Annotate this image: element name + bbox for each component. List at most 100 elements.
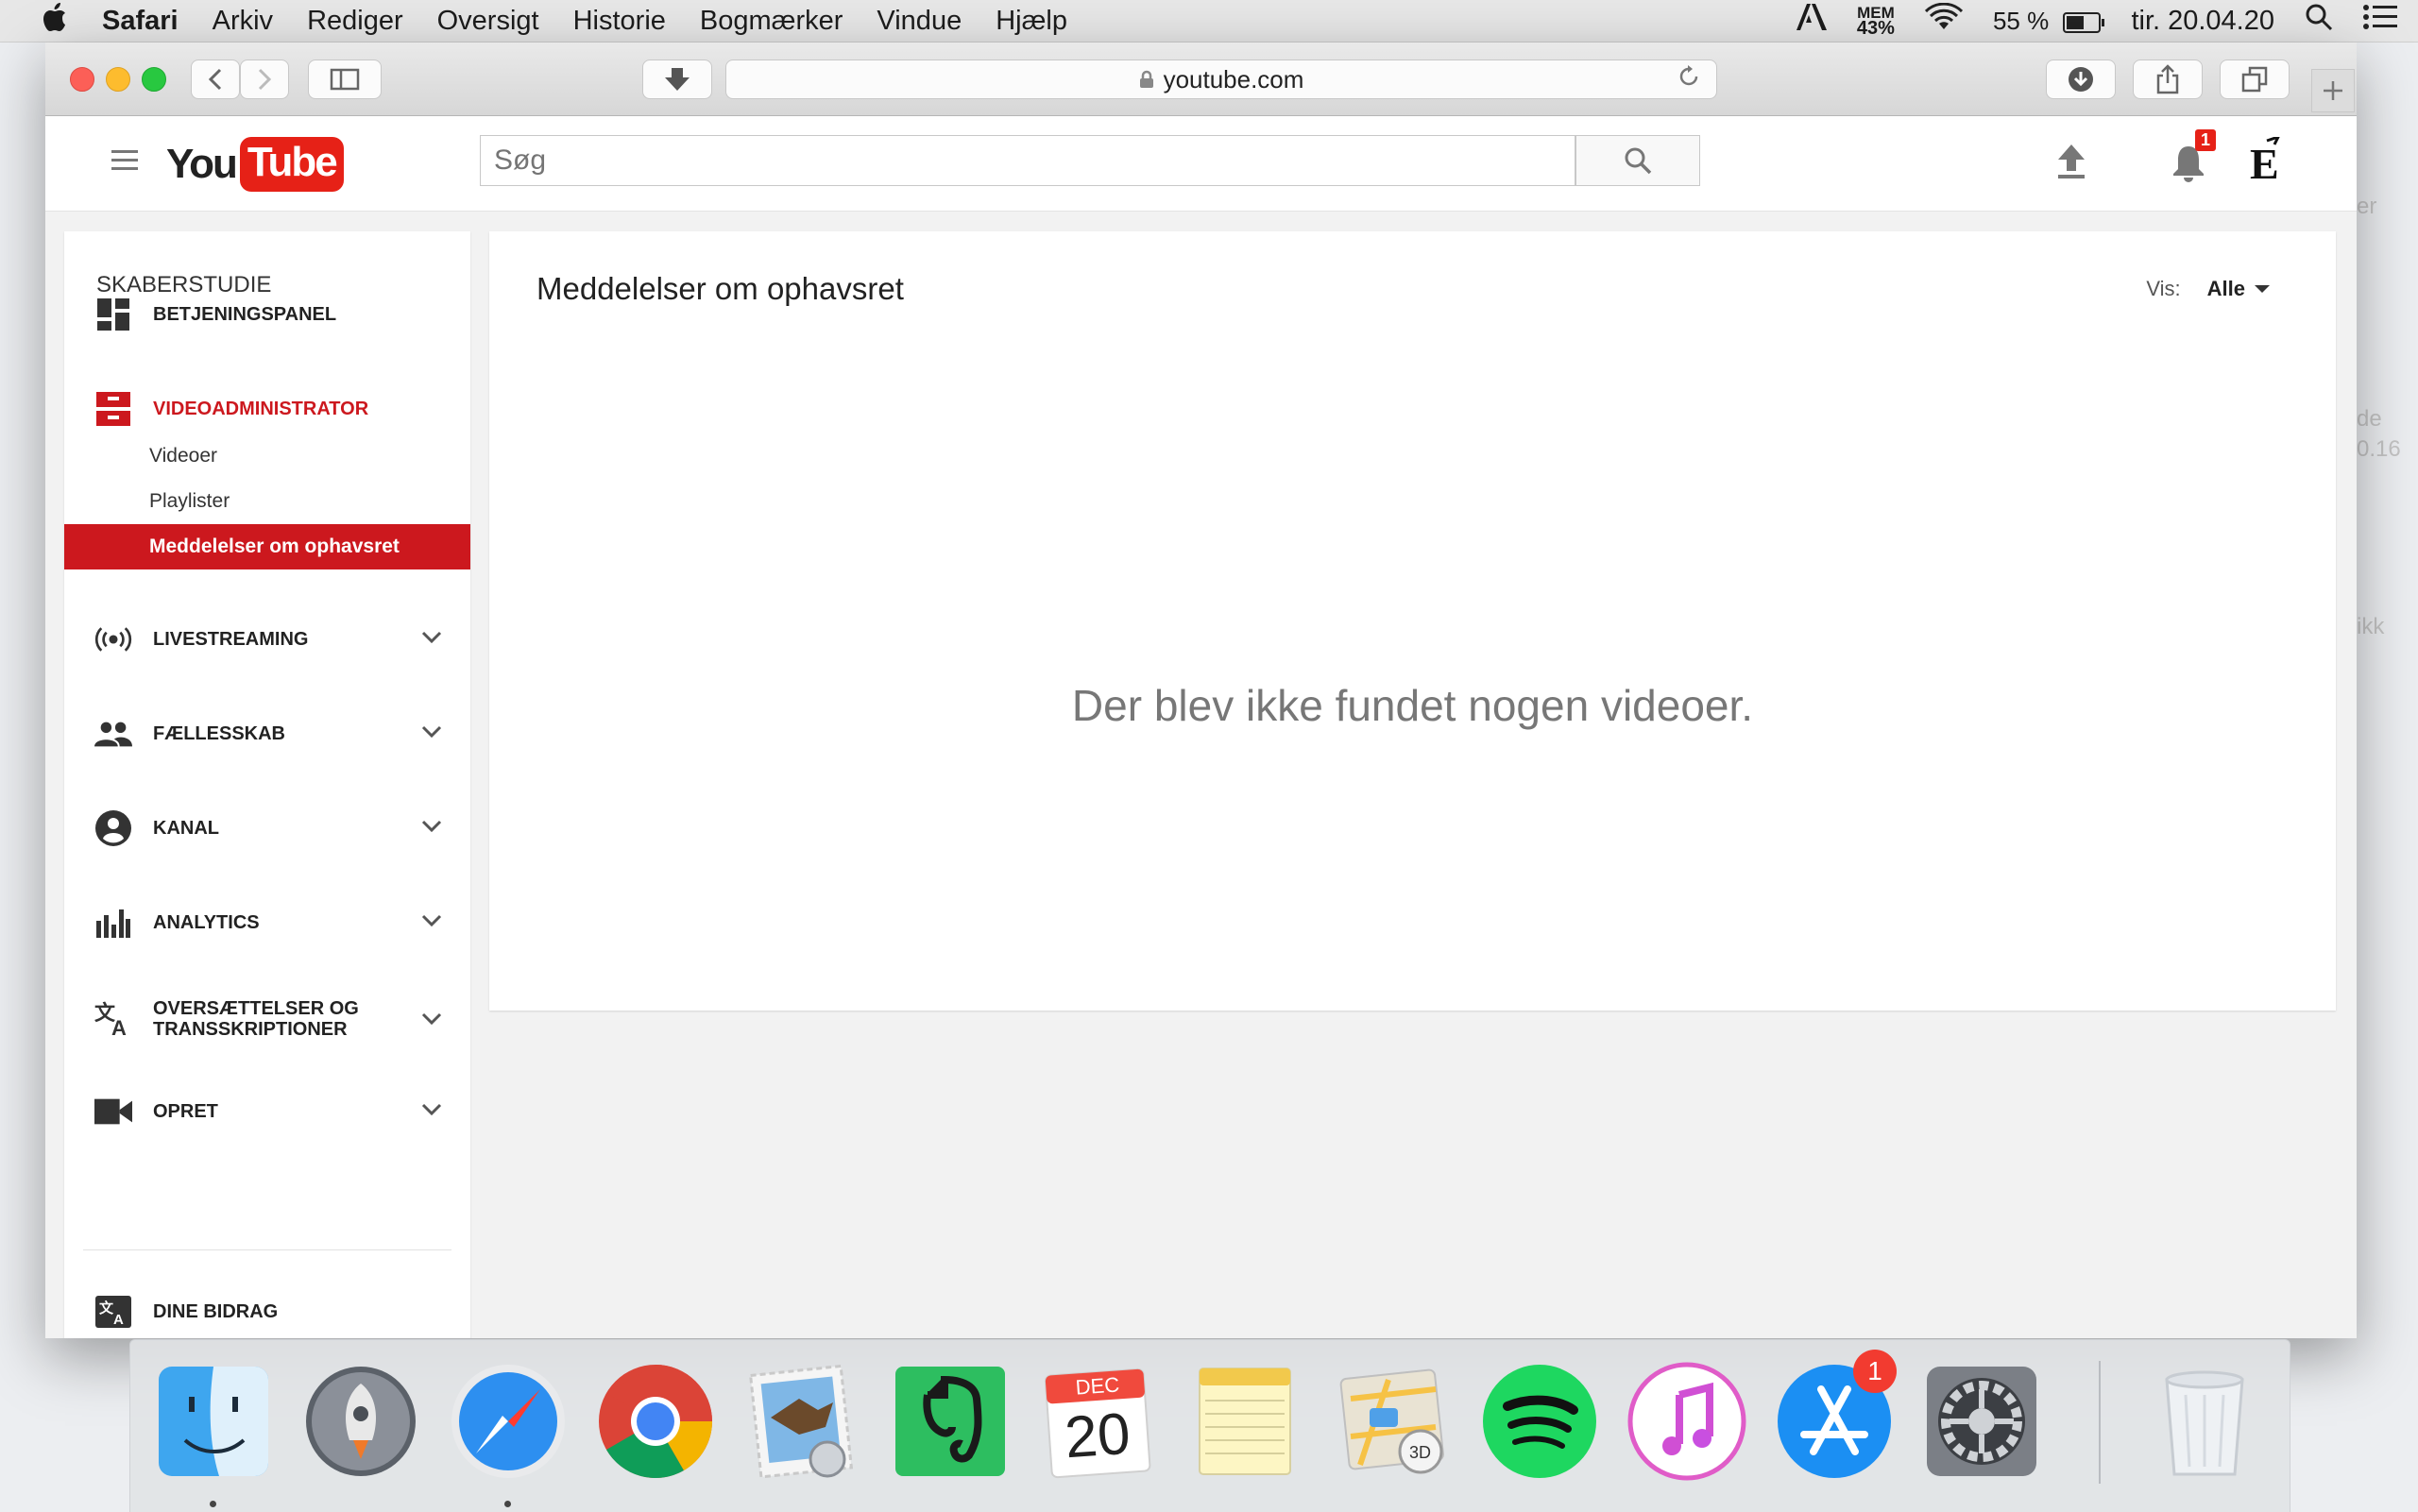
address-bar[interactable]: youtube.com [725, 59, 1717, 99]
notifications-bell-icon[interactable]: 1 [2171, 129, 2217, 187]
back-button[interactable] [191, 59, 240, 99]
account-circle-icon [94, 810, 132, 846]
account-avatar[interactable]: E [2246, 134, 2290, 191]
memory-value: 43% [1856, 18, 1895, 39]
chevron-down-icon[interactable] [421, 911, 442, 933]
sidebar-item-community[interactable]: FÆLLESSKAB [64, 705, 470, 762]
translate-icon: 文A [94, 1001, 132, 1037]
upload-icon[interactable] [2055, 143, 2087, 185]
running-indicator [210, 1501, 216, 1507]
tabs-overview-button[interactable] [2220, 59, 2290, 99]
svg-text:A: A [113, 1312, 124, 1328]
sidebar-item-analytics[interactable]: ANALYTICS [64, 894, 470, 951]
sidebar-item-channel[interactable]: KANAL [64, 800, 470, 857]
search-icon [1625, 147, 1652, 175]
chevron-down-icon[interactable] [421, 1100, 442, 1122]
share-icon [2156, 64, 2179, 94]
sidebar-subitem-playlists[interactable]: Playlister [64, 479, 470, 524]
spotify-app-icon[interactable] [1479, 1361, 1600, 1482]
sidebar-item-label: DINE BIDRAG [153, 1300, 279, 1322]
sidebar-item-label: VIDEOADMINISTRATOR [153, 398, 369, 419]
desktop-text: ikk [2357, 614, 2385, 639]
chevron-down-icon[interactable] [421, 1010, 442, 1031]
menu-icon[interactable] [111, 150, 138, 176]
desktop-text: 0.16 [2357, 436, 2401, 462]
minimize-window-button[interactable] [106, 67, 130, 92]
page-title: Meddelelser om ophavsret [536, 271, 904, 306]
sidebar-item-label: OPRET [153, 1100, 218, 1122]
sidebar-item-dashboard[interactable]: BETJENINGSPANEL [64, 286, 470, 343]
memory-indicator[interactable]: MEM 43% [1856, 5, 1895, 39]
spotlight-search-icon[interactable] [2305, 3, 2333, 39]
wifi-icon[interactable] [1924, 2, 1963, 39]
forward-button[interactable] [240, 59, 289, 99]
youtube-logo[interactable]: You Tube [166, 137, 344, 192]
share-button[interactable] [2133, 59, 2203, 99]
menu-historie[interactable]: Historie [573, 6, 666, 37]
chrome-app-icon[interactable] [595, 1361, 716, 1482]
close-window-button[interactable] [70, 67, 94, 92]
sidebar-subitem-label: Videoer [149, 445, 218, 467]
sidebar-toggle-button[interactable] [308, 59, 382, 99]
notification-count-badge: 1 [2195, 129, 2217, 151]
sidebar-subitem-copyright-notices[interactable]: Meddelelser om ophavsret [64, 524, 470, 569]
clock[interactable]: tir. 20.04.20 [2131, 6, 2274, 37]
svg-text:A: A [111, 1016, 127, 1037]
menu-rediger[interactable]: Rediger [307, 6, 403, 37]
trash-icon[interactable] [2144, 1361, 2265, 1482]
svg-text:文: 文 [99, 1300, 114, 1317]
caret-down-icon [2255, 285, 2270, 293]
sidebar-item-create[interactable]: OPRET [64, 1083, 470, 1140]
menu-arkiv[interactable]: Arkiv [213, 6, 273, 37]
sidebar-item-translations[interactable]: 文A OVERSÆTTELSER OG TRANSSKRIPTIONER [64, 989, 470, 1049]
sidebar-item-video-manager[interactable]: VIDEOADMINISTRATOR [64, 381, 470, 437]
sidebar-subitem-videos[interactable]: Videoer [64, 433, 470, 479]
chevron-down-icon[interactable] [421, 628, 442, 650]
desktop-background-text: er de 0.16 ikk [2357, 179, 2418, 746]
itunes-app-icon[interactable] [1626, 1361, 1747, 1482]
sidebar-item-contributions[interactable]: 文A DINE BIDRAG [64, 1283, 470, 1338]
apple-icon[interactable] [36, 3, 74, 39]
battery-indicator[interactable]: 55 % [1993, 7, 2105, 36]
zoom-window-button[interactable] [142, 67, 166, 92]
filter-label: Vis: [2146, 277, 2181, 300]
search-button[interactable] [1575, 135, 1700, 186]
filter-dropdown[interactable]: Vis: Alle [2146, 277, 2270, 301]
launchpad-app-icon[interactable] [300, 1361, 421, 1482]
chevron-down-icon[interactable] [421, 722, 442, 744]
downloads-button[interactable] [2046, 59, 2116, 99]
maps-app-icon[interactable]: 3D [1332, 1361, 1453, 1482]
desktop-text: er [2357, 194, 2377, 219]
sidebar-item-livestreaming[interactable]: LIVESTREAMING [64, 611, 470, 668]
finder-app-icon[interactable] [153, 1361, 274, 1482]
menu-app-name[interactable]: Safari [102, 6, 179, 37]
calendar-app-icon[interactable]: DEC 20 [1037, 1361, 1158, 1482]
app-store-badge: 1 [1853, 1350, 1897, 1393]
chevron-down-icon[interactable] [421, 817, 442, 839]
app-store-icon[interactable]: 1 [1774, 1350, 1897, 1482]
evernote-app-icon[interactable] [890, 1361, 1011, 1482]
video-manager-icon [94, 392, 132, 426]
menu-oversigt[interactable]: Oversigt [437, 6, 539, 37]
logo-you: You [166, 141, 238, 187]
reload-icon[interactable] [1677, 64, 1701, 95]
new-tab-button[interactable] [2311, 69, 2355, 112]
notification-center-icon[interactable] [2363, 4, 2397, 38]
live-broadcast-icon [94, 625, 132, 654]
menu-hjaelp[interactable]: Hjælp [996, 6, 1067, 37]
contributions-translate-icon: 文A [94, 1296, 132, 1328]
dashboard-icon [94, 298, 132, 331]
menu-bogmaerker[interactable]: Bogmærker [700, 6, 843, 37]
logo-tube: Tube [239, 137, 344, 192]
menu-vindue[interactable]: Vindue [877, 6, 962, 37]
adobe-icon[interactable] [1796, 4, 1827, 38]
notes-app-icon[interactable] [1184, 1361, 1305, 1482]
translations-line2: TRANSSKRIPTIONER [153, 1019, 348, 1040]
safari-app-icon[interactable] [448, 1361, 569, 1482]
mail-app-icon[interactable] [742, 1361, 863, 1482]
downloads-extension-button[interactable] [642, 59, 712, 99]
search-input[interactable] [480, 135, 1575, 186]
svg-text:E: E [2250, 140, 2279, 186]
chevron-left-icon [208, 68, 222, 91]
system-preferences-app-icon[interactable] [1921, 1361, 2042, 1482]
